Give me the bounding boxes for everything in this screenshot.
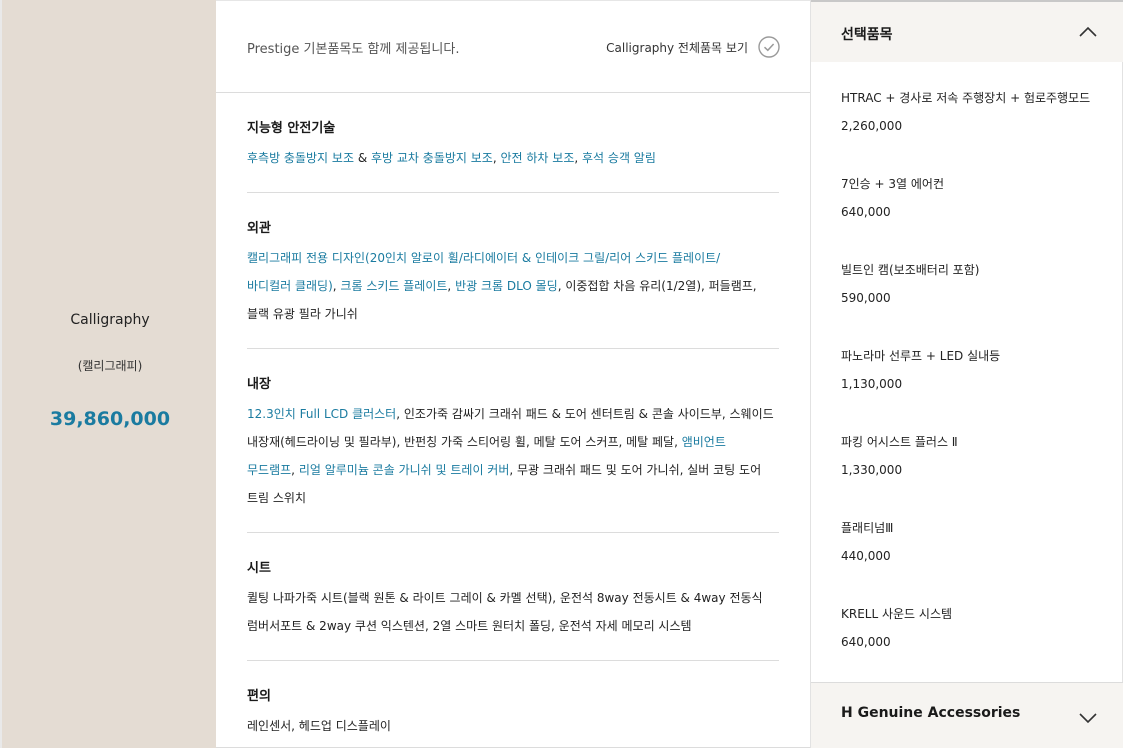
option-price: 640,000 bbox=[841, 205, 891, 219]
check-circle-icon[interactable] bbox=[758, 36, 780, 58]
option-price: 1,330,000 bbox=[841, 463, 903, 477]
option-name: 파킹 어시스트 플러스 Ⅱ bbox=[841, 435, 958, 449]
feature-text: & bbox=[354, 151, 371, 165]
highlighted-feature: 후측방 충돌방지 보조 bbox=[247, 151, 354, 165]
option-name: 파노라마 선루프 + LED 실내등 bbox=[841, 349, 1001, 363]
highlighted-feature: 바디컬러 클래딩) bbox=[247, 279, 333, 293]
selected-options-list: HTRAC + 경사로 저속 주행장치 + 험로주행모드 2,260,000 7인승… bbox=[841, 88, 1101, 690]
highlighted-feature: 리얼 알루미늄 콘솔 가니쉬 및 트레이 커버 bbox=[298, 463, 510, 477]
trim-summary: Calligraphy (캘리그래피) 39,860,000 bbox=[0, 0, 216, 748]
selected-options-title: 선택품목 bbox=[841, 27, 893, 43]
feature-section-body: 후측방 충돌방지 보조 & 후방 교차 충돌방지 보조, 안전 하차 보조, 후… bbox=[247, 144, 779, 172]
feature-section-title: 편의 bbox=[247, 689, 271, 704]
feature-section-body: 캘리그래피 전용 디자인(20인치 알로이 휠/라디에이터 & 인테이크 그릴/… bbox=[247, 244, 779, 328]
option-name: HTRAC + 경사로 저속 주행장치 + 험로주행모드 bbox=[841, 91, 1091, 105]
selected-option-item: 플래티넘Ⅲ 440,000 bbox=[841, 518, 1101, 604]
option-price: 2,260,000 bbox=[841, 119, 903, 133]
feature-text: 트림 스위치 bbox=[247, 491, 307, 505]
feature-header: Prestige 기본품목도 함께 제공됩니다. Calligraphy 전체품… bbox=[216, 0, 810, 93]
feature-text: , 무광 크래쉬 패드 및 도어 가니쉬, 실버 코팅 도어 bbox=[509, 463, 762, 477]
selected-options-panel: 선택품목 HTRAC + 경사로 저속 주행장치 + 험로주행모드 2,260,0… bbox=[810, 0, 1123, 748]
feature-sections: 지능형 안전기술후측방 충돌방지 보조 & 후방 교차 충돌방지 보조, 안전 … bbox=[247, 93, 779, 748]
feature-text: 럼버서포트 & 2way 쿠션 익스텐션, 2열 스마트 원터치 폴딩, 운전석… bbox=[247, 619, 692, 633]
option-price: 440,000 bbox=[841, 549, 891, 563]
feature-section-body: 레인센서, 헤드업 디스플레이 bbox=[247, 712, 779, 740]
selected-option-item: KRELL 사운드 시스템 640,000 bbox=[841, 604, 1101, 690]
highlighted-feature: 후석 승객 알림 bbox=[582, 151, 656, 165]
feature-section-body: 12.3인치 Full LCD 클러스터, 인조가죽 감싸기 크래쉬 패드 & … bbox=[247, 400, 779, 512]
feature-section: 시트퀼팅 나파가죽 시트(블랙 원톤 & 라이트 그레이 & 카멜 선택), 운… bbox=[247, 533, 779, 661]
feature-section: 외관캘리그래피 전용 디자인(20인치 알로이 휠/라디에이터 & 인테이크 그… bbox=[247, 193, 779, 349]
option-name: 7인승 + 3열 에어컨 bbox=[841, 177, 945, 191]
selected-option-item: 파노라마 선루프 + LED 실내등 1,130,000 bbox=[841, 346, 1101, 432]
highlighted-feature: 캘리그래피 전용 디자인(20인치 알로이 휠/라디에이터 & 인테이크 그릴/… bbox=[247, 251, 721, 265]
trim-subtitle: (캘리그래피) bbox=[77, 359, 143, 373]
base-features-notice: Prestige 기본품목도 함께 제공됩니다. bbox=[247, 42, 460, 57]
feature-text: , 인조가죽 감싸기 크래쉬 패드 & 도어 센터트림 & 콘솔 사이드부, 스… bbox=[396, 407, 774, 421]
feature-section: 편의레인센서, 헤드업 디스플레이 bbox=[247, 661, 779, 748]
highlighted-feature: 후방 교차 충돌방지 보조 bbox=[371, 151, 493, 165]
highlighted-feature: 앰비언트 bbox=[681, 435, 726, 449]
highlighted-feature: 크롬 스키드 플레이트 bbox=[340, 279, 448, 293]
highlighted-feature: 안전 하차 보조 bbox=[500, 151, 575, 165]
option-price: 1,130,000 bbox=[841, 377, 903, 391]
accessories-title: H Genuine Accessories bbox=[841, 705, 1021, 721]
option-name: 플래티넘Ⅲ bbox=[841, 521, 894, 535]
feature-text: 레인센서, 헤드업 디스플레이 bbox=[247, 719, 391, 733]
trim-price: 39,860,000 bbox=[49, 408, 171, 430]
highlighted-feature: 무드램프 bbox=[247, 463, 292, 477]
accessories-header[interactable]: H Genuine Accessories bbox=[811, 682, 1123, 748]
highlighted-feature: 12.3인치 Full LCD 클러스터 bbox=[247, 407, 397, 421]
feature-text: , bbox=[447, 279, 456, 293]
view-all-features-label: Calligraphy 전체품목 보기 bbox=[606, 40, 748, 55]
trim-name: Calligraphy bbox=[70, 312, 150, 328]
feature-text: 퀼팅 나파가죽 시트(블랙 원톤 & 라이트 그레이 & 카멜 선택), 운전석… bbox=[247, 591, 763, 605]
feature-text: , bbox=[291, 463, 299, 477]
selected-option-item: 파킹 어시스트 플러스 Ⅱ 1,330,000 bbox=[841, 432, 1101, 518]
selected-option-item: 7인승 + 3열 에어컨 640,000 bbox=[841, 174, 1101, 260]
feature-panel: Prestige 기본품목도 함께 제공됩니다. Calligraphy 전체품… bbox=[216, 0, 810, 748]
chevron-down-icon[interactable] bbox=[1079, 712, 1097, 724]
feature-section-title: 시트 bbox=[247, 561, 271, 576]
feature-text: 내장재(헤드라이닝 및 필라부), 반펀칭 가죽 스티어링 휠, 메탈 도어 스… bbox=[247, 435, 682, 449]
option-name: 빌트인 캠(보조배터리 포함) bbox=[841, 263, 980, 277]
feature-text: 블랙 유광 필라 가니쉬 bbox=[247, 307, 358, 321]
selected-options-header[interactable]: 선택품목 bbox=[811, 0, 1123, 62]
highlighted-feature: 반광 크롬 DLO 몰딩 bbox=[455, 279, 558, 293]
feature-section: 지능형 안전기술후측방 충돌방지 보조 & 후방 교차 충돌방지 보조, 안전 … bbox=[247, 93, 779, 193]
feature-text: , 이중접합 차음 유리(1/2열), 퍼들램프, bbox=[557, 279, 757, 293]
option-price: 590,000 bbox=[841, 291, 891, 305]
feature-section-title: 외관 bbox=[247, 221, 271, 236]
feature-section-title: 지능형 안전기술 bbox=[247, 121, 336, 136]
feature-section-body: 퀼팅 나파가죽 시트(블랙 원톤 & 라이트 그레이 & 카멜 선택), 운전석… bbox=[247, 584, 779, 640]
chevron-up-icon[interactable] bbox=[1079, 26, 1097, 38]
feature-section: 내장 12.3인치 Full LCD 클러스터, 인조가죽 감싸기 크래쉬 패드 … bbox=[247, 349, 779, 533]
option-name: KRELL 사운드 시스템 bbox=[841, 607, 953, 621]
feature-section-title: 내장 bbox=[247, 377, 271, 392]
option-price: 640,000 bbox=[841, 635, 891, 649]
selected-option-item: HTRAC + 경사로 저속 주행장치 + 험로주행모드 2,260,000 bbox=[841, 88, 1101, 174]
selected-option-item: 빌트인 캠(보조배터리 포함) 590,000 bbox=[841, 260, 1101, 346]
view-all-features-button[interactable]: Calligraphy 전체품목 보기 bbox=[606, 36, 780, 58]
feature-text: , bbox=[574, 151, 583, 165]
feature-text: , bbox=[492, 151, 501, 165]
